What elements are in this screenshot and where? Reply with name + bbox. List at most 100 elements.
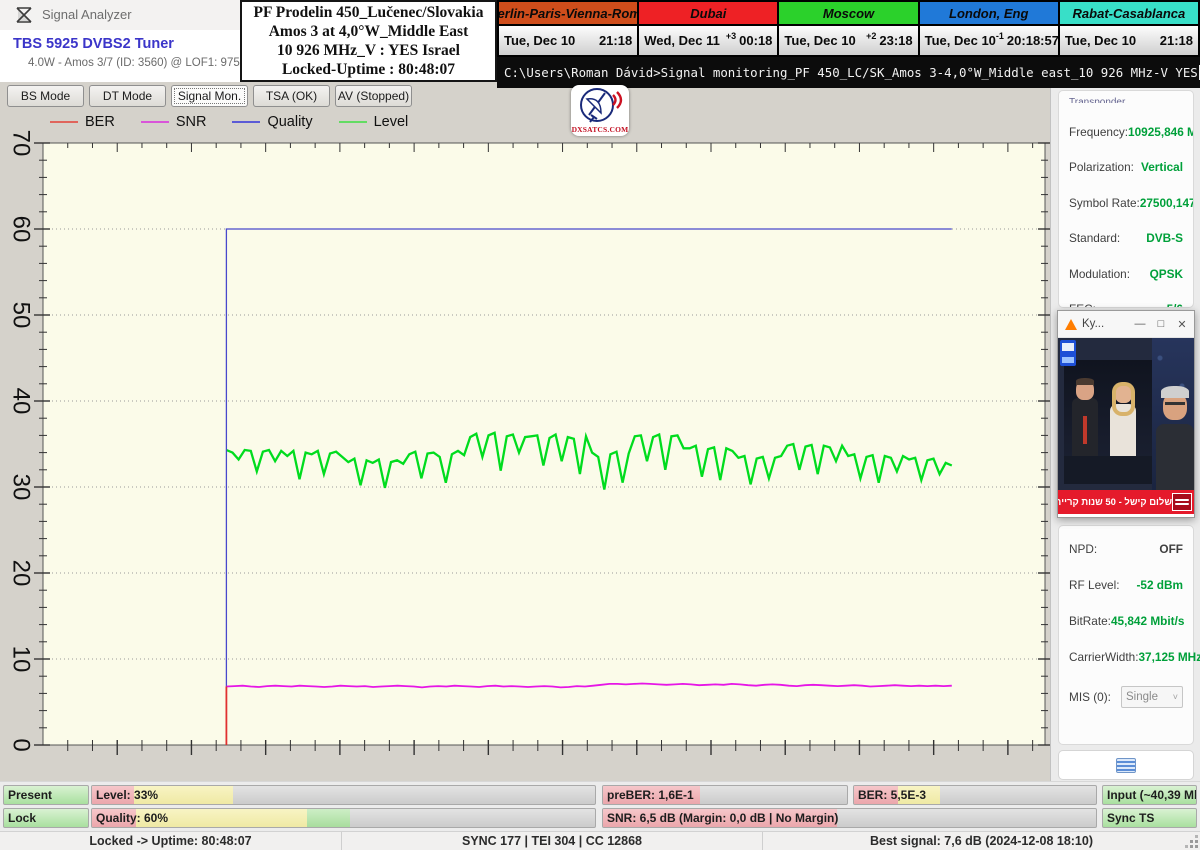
satellite-dish-icon (571, 85, 629, 125)
window-title: Signal Analyzer (42, 7, 132, 22)
clipped-transponder-row: Transponder (1069, 95, 1183, 103)
vlc-titlebar[interactable]: Ky... — □ ✕ (1058, 311, 1194, 338)
tab-signal-mon[interactable]: Signal Mon. (171, 85, 248, 107)
clock-time: 21:18 (599, 33, 632, 48)
signal-meters-panel: Present Level: 33% preBER: 1,6E-1 BER: 5… (0, 781, 1200, 831)
world-clocks-panel: Berlin-Paris-Vienna-Roma Tue, Dec 10 21:… (497, 0, 1200, 57)
mis-dropdown[interactable]: Single ˅ (1121, 686, 1183, 708)
signal-analyzer-app: Signal Analyzer TBS 5925 DVBS2 Tuner 4.0… (0, 0, 1200, 850)
clock-city-label: Berlin-Paris-Vienna-Roma (499, 2, 637, 26)
studio-desk (1064, 456, 1152, 484)
anchor-man-hair (1076, 378, 1094, 385)
resize-grip[interactable] (1195, 845, 1198, 848)
statusbar: Locked -> Uptime: 80:48:07 SYNC 177 | TE… (0, 831, 1200, 850)
vlc-window-title: Ky... (1082, 318, 1131, 330)
chart-plot: 010203040506070 (0, 110, 1050, 784)
tab-dt-mode[interactable]: DT Mode (89, 85, 166, 107)
monitoring-header-box: PF Prodelin 450_Lučenec/Slovakia Amos 3 … (240, 0, 497, 82)
tab-av[interactable]: AV (Stopped) (335, 85, 412, 107)
svg-text:10: 10 (8, 646, 35, 673)
symbol-rate-value: 27500,147 KS/s (1140, 196, 1194, 210)
minimize-button[interactable]: — (1131, 318, 1149, 330)
signal-info-card: NPD: OFF RF Level: -52 dBm BitRate:45,842 … (1058, 525, 1194, 745)
clock-date: Tue, Dec 10 (504, 33, 596, 48)
clock-utc-offset: +3 (726, 31, 736, 41)
polarization-label: Polarization: (1069, 160, 1134, 174)
vlc-player-window: Ky... — □ ✕ שלום קישל - 50 שנו (1057, 310, 1195, 518)
clock-dubai: Dubai Wed, Dec 11 +3 00:18 (639, 2, 777, 55)
app-bowtie-icon (16, 7, 32, 23)
fec-label: FEC: (1069, 302, 1096, 308)
header-line-4: Locked-Uptime : 80:48:07 (242, 60, 495, 79)
clock-city-label: London, Eng (920, 2, 1058, 26)
clock-time: 21:18 (1160, 33, 1193, 48)
clock-rabat: Rabat-Casablanca Tue, Dec 10 21:18 (1060, 2, 1198, 55)
rf-level-value: -52 dBm (1136, 578, 1183, 592)
maximize-button[interactable]: □ (1152, 318, 1170, 330)
frequency-value: 10925,846 MHz (1128, 125, 1194, 139)
guest-body (1156, 424, 1194, 490)
close-button[interactable]: ✕ (1173, 318, 1191, 331)
rf-level-label: RF Level: (1069, 578, 1119, 592)
anchor-woman-hair (1112, 382, 1135, 416)
dxsatcs-logo-text: DXSATCS.COM (571, 125, 629, 134)
level-meter: Level: 33% (91, 785, 596, 805)
list-icon (1116, 758, 1136, 773)
news-ticker-banner: שלום קישל - 50 שנות קריירה עיתונאית (1058, 490, 1194, 514)
video-frame[interactable] (1058, 338, 1194, 490)
clock-london: London, Eng Tue, Dec 10 -1 20:18:57 (920, 2, 1058, 55)
header-line-3: 10 926 MHz_V : YES Israel (242, 41, 495, 60)
tab-bs-mode[interactable]: BS Mode (7, 85, 84, 107)
standard-value: DVB-S (1146, 231, 1183, 245)
svg-text:70: 70 (8, 130, 35, 157)
bitrate-value: 45,842 Mbit/s (1111, 614, 1184, 628)
channel-logo (1060, 340, 1076, 366)
statusbar-sync-counts: SYNC 177 | TEI 304 | CC 12868 (342, 832, 763, 850)
clock-moscow: Moscow Tue, Dec 10 +2 23:18 (779, 2, 917, 55)
mis-selected-value: Single (1126, 691, 1173, 703)
clock-date: Tue, Dec 10 (784, 33, 866, 48)
npd-value: OFF (1159, 542, 1183, 556)
banner-headline: שלום קישל - 50 שנות קריירה עיתונאית (1058, 497, 1172, 508)
svg-text:30: 30 (8, 474, 35, 501)
vlc-cone-icon (1065, 319, 1077, 330)
clock-time: 20:18:57 (1007, 33, 1059, 48)
clock-date: Tue, Dec 10 (1065, 33, 1157, 48)
clock-city-label: Rabat-Casablanca (1060, 2, 1198, 26)
tab-tsa[interactable]: TSA (OK) (253, 85, 330, 107)
modulation-label: Modulation: (1069, 267, 1130, 281)
stream-list-button[interactable] (1058, 750, 1194, 780)
svg-text:0: 0 (8, 738, 35, 751)
command-prompt-window[interactable]: C:\Users\Roman Dávid>Signal monitoring_P… (497, 57, 1200, 88)
header-line-2: Amos 3 at 4,0°W_Middle East (242, 22, 495, 41)
clock-city-label: Moscow (779, 2, 917, 26)
frequency-label: Frequency: (1069, 125, 1128, 139)
legend-item: Quality (232, 114, 312, 130)
legend-item: SNR (141, 114, 207, 130)
guest-hair (1161, 386, 1189, 398)
tuner-panel: TBS 5925 DVBS2 Tuner 4.0W - Amos 3/7 (ID… (0, 30, 240, 82)
svg-text:50: 50 (8, 302, 35, 329)
polarization-value: Vertical (1141, 160, 1183, 174)
clock-utc-offset: +2 (866, 31, 876, 41)
statusbar-uptime: Locked -> Uptime: 80:48:07 (0, 832, 342, 850)
svg-text:40: 40 (8, 388, 35, 415)
snr-meter: SNR: 6,5 dB (Margin: 0,0 dB | No Margin) (602, 808, 1097, 828)
standard-label: Standard: (1069, 231, 1120, 245)
svg-text:60: 60 (8, 216, 35, 243)
tuner-name: TBS 5925 DVBS2 Tuner (13, 36, 174, 52)
header-line-1: PF Prodelin 450_Lučenec/Slovakia (242, 3, 495, 22)
ber-meter: BER: 5,5E-3 (853, 785, 1097, 805)
clock-city-label: Dubai (639, 2, 777, 26)
legend-item: BER (50, 114, 115, 130)
transponder-info-card: Transponder Frequency:10925,846 MHz Pola… (1058, 90, 1194, 308)
preber-meter: preBER: 1,6E-1 (602, 785, 848, 805)
signal-chart: BERSNRQualityLevel 010203040506070 (0, 110, 1050, 784)
chevron-down-icon: ˅ (1173, 692, 1178, 702)
bitrate-label: BitRate: (1069, 614, 1111, 628)
clock-utc-offset: -1 (996, 31, 1004, 41)
clock-berlin: Berlin-Paris-Vienna-Roma Tue, Dec 10 21:… (499, 2, 637, 55)
guest-glasses (1165, 402, 1185, 405)
npd-label: NPD: (1069, 542, 1097, 556)
clock-time: 00:18 (739, 33, 772, 48)
